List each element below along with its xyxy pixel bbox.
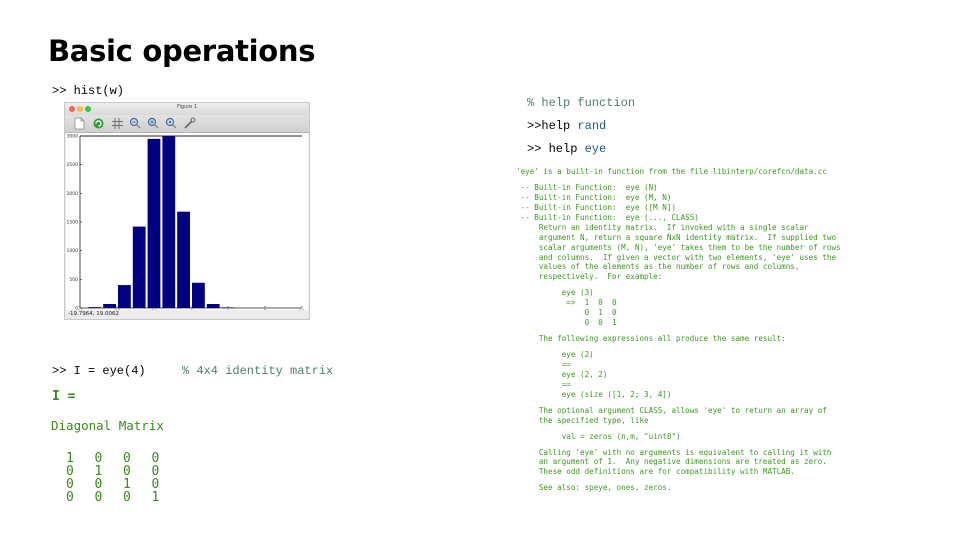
help-line: and columns. If given a vector with two … — [516, 252, 837, 262]
figure-canvas[interactable]: 050010001500200025003000-20-15-10-50510 — [66, 133, 308, 311]
help-line: Calling 'eye' with no arguments is equiv… — [516, 447, 832, 457]
histogram-bar — [162, 136, 176, 308]
help-line: respectively. For example: — [516, 272, 663, 282]
matrix-row: 0 0 0 1 — [66, 486, 180, 504]
help-line: eye (2, 2) — [516, 369, 608, 379]
figure-titlebar[interactable]: Figure 1 — [65, 103, 309, 115]
slide-title: Basic operations — [48, 34, 316, 68]
y-tick-label: 2000 — [67, 191, 79, 197]
help-line: 0 1 0 — [516, 308, 617, 318]
help-line: -- Built-in Function: eye (N) — [516, 182, 658, 192]
histogram-chart: 050010001500200025003000-20-15-10-50510 — [67, 134, 305, 312]
help-line: The following expressions all produce th… — [516, 334, 786, 344]
hist-command: >> hist(w) — [52, 84, 125, 98]
help-line: See also: speye, ones, zeros. — [516, 483, 672, 493]
help-line: values of the elements as the number of … — [516, 262, 800, 272]
figure-status-bar: -19.7964, 19.0062 — [65, 310, 309, 319]
histogram-bar — [177, 211, 190, 308]
help-line: an argument of 1. Any negative dimension… — [516, 457, 827, 467]
help-line: eye (size ([1, 2; 3, 4]) — [516, 389, 672, 399]
help-eye-prefix: >> help — [527, 142, 585, 156]
y-tick-label: 1000 — [67, 248, 79, 254]
help-line: => 1 0 0 — [516, 298, 617, 308]
result-type: Diagonal Matrix — [51, 418, 164, 433]
help-line: the specified type, like — [516, 415, 649, 425]
eye-command-text: >> I = eye(4) — [52, 364, 146, 378]
histogram-bar — [132, 226, 146, 308]
y-tick-label: 2500 — [67, 162, 79, 168]
help-line: eye (3) — [516, 288, 594, 298]
help-line: == — [516, 379, 571, 389]
zoom-in-icon[interactable] — [147, 117, 160, 130]
help-line: 'eye' is a built-in function from the fi… — [516, 167, 827, 176]
help-line: val = zeros (n,m, "uint8") — [516, 431, 681, 441]
wrench-icon[interactable] — [183, 117, 196, 130]
help-comment: % help function — [527, 96, 636, 110]
refresh-icon[interactable] — [92, 117, 105, 130]
grid-icon[interactable] — [111, 117, 124, 130]
histogram-bar — [88, 307, 102, 308]
help-output: 'eye' is a built-in function from the fi… — [516, 167, 841, 493]
help-eye-arg: eye — [584, 142, 607, 156]
help-line: The optional argument CLASS, allows 'eye… — [516, 405, 827, 415]
help-line: -- Built-in Function: eye (M, N) — [516, 192, 672, 202]
matrix-row: 0100 — [66, 460, 180, 478]
histogram-bar — [118, 285, 131, 308]
figure-window: Figure 1 050010001500200025003000-20-15-… — [64, 102, 310, 320]
matrix-row: 0010 — [66, 473, 180, 491]
y-tick-label: 500 — [69, 277, 78, 283]
help-line: eye (2) — [516, 350, 594, 359]
eye-comment: % 4x4 identity matrix — [182, 364, 334, 378]
help-line: 0 0 1 — [516, 318, 617, 328]
histogram-bar — [206, 303, 220, 308]
figure-toolbar — [65, 115, 309, 133]
figure-title: Figure 1 — [176, 104, 198, 110]
result-variable: I = — [52, 389, 76, 404]
matrix-cell: 0 — [94, 490, 103, 505]
zoom-reset-icon[interactable] — [165, 117, 178, 130]
matrix-row: 1000 — [66, 447, 180, 465]
help-line: Return an identity matrix. If invoked wi… — [516, 222, 809, 232]
help-line: -- Built-in Function: eye (..., CLASS) — [516, 212, 699, 222]
help-eye-command: >> help eye — [527, 142, 606, 156]
y-tick-label: 3000 — [67, 134, 79, 140]
identity-matrix: 1000010000100 0 0 1 — [66, 447, 180, 504]
help-rand-arg: rand — [577, 119, 607, 133]
help-line: scalar arguments (M, N), 'eye' takes the… — [516, 242, 841, 252]
y-tick-label: 1500 — [67, 220, 79, 226]
help-line: These odd definitions are for compatibil… — [516, 467, 795, 477]
histogram-bar — [147, 138, 161, 308]
help-line: -- Built-in Function: eye ([M N]) — [516, 202, 677, 212]
help-rand-command: >>help rand — [527, 119, 606, 133]
zoom-out-icon[interactable] — [129, 117, 142, 130]
eye-command: >> I = eye(4) — [52, 364, 146, 378]
help-line: argument N, return a square NxN identity… — [516, 232, 837, 242]
matrix-cell: 1 — [151, 490, 160, 505]
matrix-cell: 0 — [123, 490, 131, 505]
histogram-bar — [103, 303, 116, 308]
new-figure-icon[interactable] — [73, 117, 86, 130]
help-line: == — [516, 359, 571, 369]
histogram-bar — [192, 282, 205, 308]
help-rand-prefix: >>help — [527, 119, 578, 133]
matrix-cell: 0 — [66, 490, 74, 505]
